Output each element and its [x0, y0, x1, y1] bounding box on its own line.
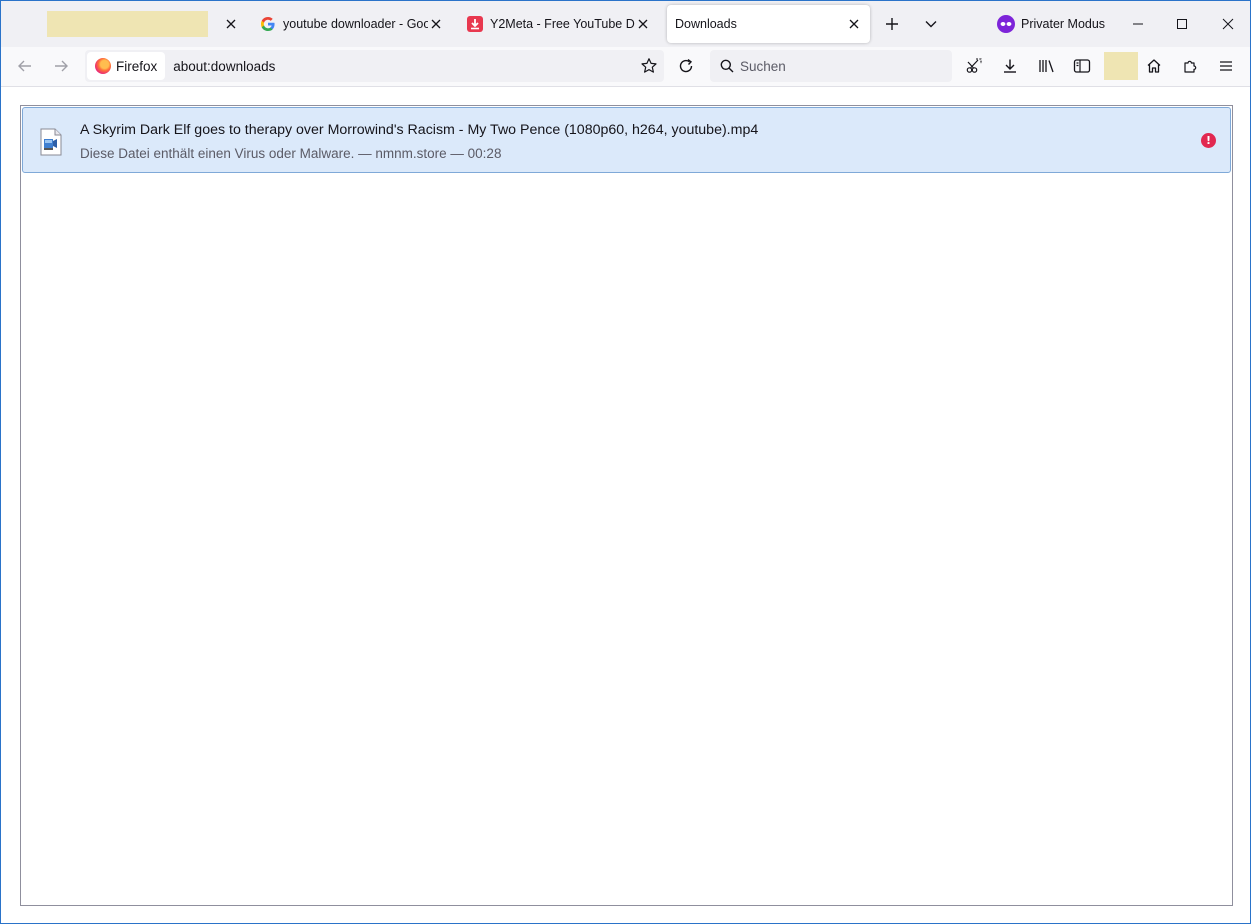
y2meta-icon: [467, 16, 483, 32]
close-window-icon[interactable]: [1213, 9, 1243, 39]
bookmark-star-icon[interactable]: [640, 57, 658, 75]
tab-label: Downloads: [675, 17, 737, 31]
identity-box[interactable]: Firefox: [87, 52, 166, 80]
tab-google-search[interactable]: youtube downloader - Goog: [252, 5, 452, 43]
forward-arrow-icon[interactable]: [45, 50, 77, 82]
search-placeholder: Suchen: [740, 58, 786, 74]
download-filename: A Skyrim Dark Elf goes to therapy over M…: [80, 122, 759, 138]
search-icon: [720, 59, 734, 73]
redacted-extension-icon[interactable]: [1104, 52, 1138, 80]
page-content: A Skyrim Dark Elf goes to therapy over M…: [1, 87, 1250, 923]
firefox-logo-icon: [95, 58, 111, 74]
redacted-tab-title: [47, 11, 208, 37]
tab-close-icon[interactable]: [635, 16, 651, 32]
url-text[interactable]: about:downloads: [173, 59, 275, 74]
screenshot-icon[interactable]: [958, 50, 990, 82]
identity-label: Firefox: [116, 58, 158, 74]
reload-icon[interactable]: [670, 50, 702, 82]
malware-warning-icon[interactable]: !: [1201, 133, 1216, 148]
url-bar[interactable]: Firefox about:downloads: [85, 50, 664, 82]
tab-y2meta[interactable]: Y2Meta - Free YouTube Dow: [459, 5, 659, 43]
download-status: Diese Datei enthält einen Virus oder Mal…: [80, 146, 502, 161]
maximize-icon[interactable]: [1167, 9, 1197, 39]
library-icon[interactable]: [1031, 50, 1063, 82]
menu-icon[interactable]: [1210, 50, 1242, 82]
extensions-icon[interactable]: [1174, 50, 1206, 82]
download-item[interactable]: A Skyrim Dark Elf goes to therapy over M…: [22, 107, 1231, 173]
back-arrow-icon[interactable]: [9, 50, 41, 82]
downloads-list: A Skyrim Dark Elf goes to therapy over M…: [20, 105, 1233, 906]
home-icon[interactable]: [1138, 50, 1170, 82]
chevron-down-icon[interactable]: [915, 8, 947, 40]
sidebar-icon[interactable]: [1066, 50, 1098, 82]
google-icon: [260, 16, 276, 32]
tab-downloads[interactable]: Downloads: [667, 5, 870, 43]
tab-close-icon[interactable]: [428, 16, 444, 32]
new-tab-icon[interactable]: [876, 8, 908, 40]
private-mode-label: Privater Modus: [1021, 17, 1106, 31]
browser-window: youtube downloader - Goog Y2Meta - Free …: [0, 0, 1251, 924]
navigation-toolbar: Firefox about:downloads Suchen: [1, 47, 1250, 87]
minimize-icon[interactable]: [1123, 9, 1153, 39]
tab-close-icon[interactable]: [846, 16, 862, 32]
tab-label: Y2Meta - Free YouTube Dow: [490, 17, 635, 31]
private-mask-icon: [997, 15, 1015, 33]
private-mode-indicator: Privater Modus: [997, 13, 1105, 35]
tab-strip: youtube downloader - Goog Y2Meta - Free …: [1, 1, 1250, 47]
download-icon[interactable]: [994, 50, 1026, 82]
search-bar[interactable]: Suchen: [710, 50, 952, 82]
tab-label: youtube downloader - Goog: [283, 17, 428, 31]
tab-redacted[interactable]: [39, 5, 249, 43]
video-file-icon: [39, 128, 63, 156]
tab-close-icon[interactable]: [223, 16, 239, 32]
